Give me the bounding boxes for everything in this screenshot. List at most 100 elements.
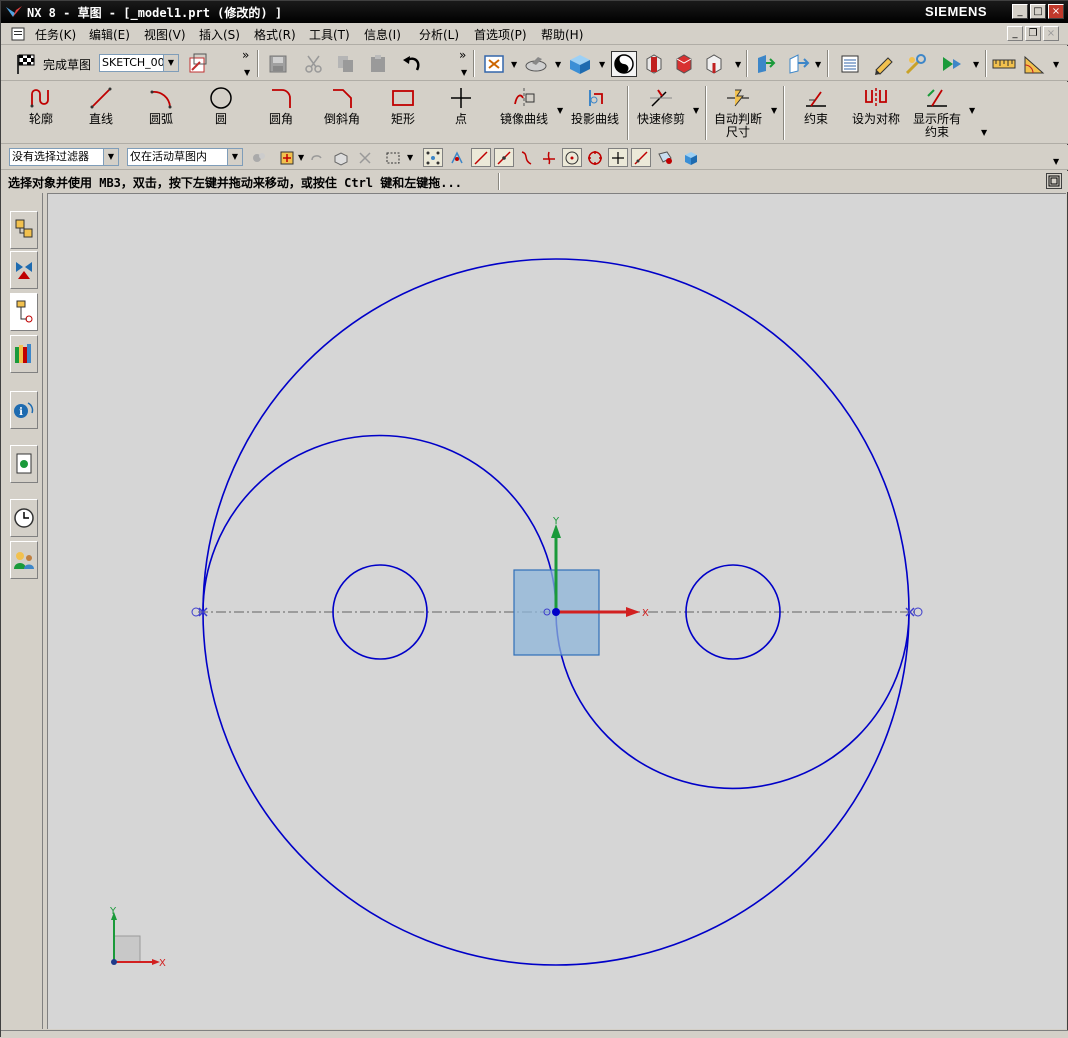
- snap-bounded-grid-icon[interactable]: [655, 148, 675, 167]
- orient-view-icon[interactable]: [523, 51, 549, 77]
- cube-section-icon[interactable]: [671, 51, 697, 77]
- chevron-down-icon[interactable]: ▼: [555, 60, 561, 69]
- doc-minimize-button[interactable]: _: [1007, 26, 1023, 41]
- cube-red-icon[interactable]: [641, 51, 667, 77]
- sketch-canvas[interactable]: Y X Y X: [48, 194, 1067, 1030]
- snap-arc-center-icon[interactable]: [562, 148, 582, 167]
- snap-control-point-icon[interactable]: [517, 148, 537, 167]
- chevron-down-icon[interactable]: ▼: [981, 128, 987, 137]
- tool-point[interactable]: 点: [435, 84, 487, 140]
- snap-point-on-curve-icon[interactable]: [608, 148, 628, 167]
- snap-mid-point-icon[interactable]: [494, 148, 514, 167]
- minimize-button[interactable]: _: [1012, 4, 1028, 19]
- general-selection-icon[interactable]: [249, 148, 269, 167]
- copy-icon[interactable]: [333, 51, 359, 77]
- stack-sheets-icon[interactable]: [837, 51, 863, 77]
- menu-information[interactable]: 信息(I): [364, 26, 401, 43]
- display-mode-icon[interactable]: [611, 51, 637, 77]
- chevron-down-icon[interactable]: ▼: [298, 153, 304, 162]
- lower-right-arc[interactable]: [555, 611, 910, 790]
- web-browser-icon[interactable]: [10, 445, 38, 483]
- finish-sketch-label[interactable]: 完成草图: [43, 56, 91, 73]
- tool-project-curve[interactable]: 投影曲线: [567, 84, 623, 140]
- snap-intersection-icon[interactable]: [539, 148, 559, 167]
- snap-quadrant-point-icon[interactable]: [585, 148, 605, 167]
- chevron-down-icon[interactable]: ▼: [969, 106, 975, 115]
- tool-circle[interactable]: 圆: [193, 84, 249, 140]
- snap-end-point-icon[interactable]: [447, 148, 467, 167]
- chevron-down-icon[interactable]: ▼: [1053, 60, 1059, 69]
- tool-show-all-constraints[interactable]: 显示所有 约束: [907, 84, 967, 140]
- snap-point-settings-icon[interactable]: [277, 148, 297, 167]
- chevron-down-icon[interactable]: ▼: [973, 60, 979, 69]
- fit-view-icon[interactable]: [481, 51, 507, 77]
- tool-arc[interactable]: 圆弧: [133, 84, 189, 140]
- snap-end-point-line-icon[interactable]: [471, 148, 491, 167]
- chevron-down-icon[interactable]: ▼: [815, 60, 821, 69]
- doc-close-button[interactable]: ×: [1043, 26, 1059, 41]
- finish-sketch-flag-icon[interactable]: [13, 51, 39, 77]
- cut-icon[interactable]: [301, 51, 327, 77]
- sketch-name-select[interactable]: SKETCH_001 ▼: [99, 54, 179, 72]
- tool-chamfer[interactable]: 倒斜角: [313, 84, 371, 140]
- tool-line[interactable]: 直线: [73, 84, 129, 140]
- graphics-window[interactable]: Y X Y X: [47, 193, 1066, 1029]
- paste-icon[interactable]: [365, 51, 391, 77]
- assembly-navigator-icon[interactable]: [10, 211, 38, 249]
- tool-quick-trim[interactable]: 快速修剪: [633, 84, 689, 140]
- tool-rectangle[interactable]: 矩形: [375, 84, 431, 140]
- menu-task[interactable]: 任务(K): [35, 26, 76, 43]
- menu-analysis[interactable]: 分析(L): [419, 26, 459, 43]
- undo-icon[interactable]: [399, 51, 425, 77]
- menu-insert[interactable]: 插入(S): [199, 26, 240, 43]
- tool-constraint[interactable]: 约束: [791, 84, 841, 140]
- reuse-library-icon[interactable]: [10, 335, 38, 373]
- chevron-down-icon[interactable]: ▼: [599, 60, 605, 69]
- chevron-down-icon[interactable]: ▼: [461, 68, 467, 77]
- menu-tools[interactable]: 工具(T): [309, 26, 350, 43]
- history-icon[interactable]: [10, 499, 38, 537]
- menu-view[interactable]: 视图(V): [144, 26, 186, 43]
- menu-help[interactable]: 帮助(H): [541, 26, 583, 43]
- cube-clip-icon[interactable]: [701, 51, 727, 77]
- tool-mirror-curve[interactable]: 镜像曲线: [493, 84, 555, 140]
- rectangle-select-icon[interactable]: [383, 148, 403, 167]
- shaded-view-icon[interactable]: [567, 51, 593, 77]
- save-icon[interactable]: [265, 51, 291, 77]
- snap-existing-point-icon[interactable]: [423, 148, 443, 167]
- menu-preferences[interactable]: 首选项(P): [474, 26, 527, 43]
- maximize-button[interactable]: □: [1030, 4, 1046, 19]
- snap-point-on-surface-icon[interactable]: [631, 148, 651, 167]
- chevron-down-icon[interactable]: ▼: [407, 153, 413, 162]
- chevron-down-icon[interactable]: ▼: [244, 68, 250, 77]
- full-screen-toggle-icon[interactable]: [1046, 173, 1062, 189]
- constraint-navigator-icon[interactable]: [10, 251, 38, 289]
- show-hide-icon[interactable]: [939, 51, 965, 77]
- view-triad-icon[interactable]: [751, 51, 777, 77]
- edit-object-display-icon[interactable]: [871, 51, 897, 77]
- wand-icon[interactable]: [903, 51, 929, 77]
- sketch-origin-point[interactable]: [552, 608, 560, 616]
- close-button[interactable]: ×: [1048, 4, 1064, 19]
- type-filter-select[interactable]: 没有选择过滤器 ▼: [9, 148, 119, 166]
- tool-inferred-dimension[interactable]: 自动判断 尺寸: [709, 84, 767, 140]
- chevron-down-icon[interactable]: ▼: [735, 60, 741, 69]
- measure-angle-icon[interactable]: [1021, 51, 1047, 77]
- part-navigator-icon[interactable]: [10, 293, 38, 331]
- system-materials-icon[interactable]: [10, 541, 38, 579]
- selection-scope-select[interactable]: 仅在活动草图内 ▼: [127, 148, 243, 166]
- toolbar-more-glyph[interactable]: »: [242, 48, 249, 62]
- menu-edit[interactable]: 编辑(E): [89, 26, 130, 43]
- orient-to-sketch-icon[interactable]: [185, 51, 211, 77]
- layer-view-icon[interactable]: [785, 51, 811, 77]
- select-chain-icon[interactable]: [307, 148, 327, 167]
- chevron-down-icon[interactable]: ▼: [1053, 157, 1059, 166]
- toolbar-more-glyph[interactable]: »: [459, 48, 466, 62]
- chevron-down-icon[interactable]: ▼: [693, 106, 699, 115]
- doc-restore-button[interactable]: ❐: [1025, 26, 1041, 41]
- chevron-down-icon[interactable]: ▼: [557, 106, 563, 115]
- upper-left-arc[interactable]: [202, 434, 557, 613]
- view-triad[interactable]: Y X: [109, 906, 166, 969]
- hd3d-tools-icon[interactable]: i: [10, 391, 38, 429]
- select-3d-body-icon[interactable]: [681, 148, 701, 167]
